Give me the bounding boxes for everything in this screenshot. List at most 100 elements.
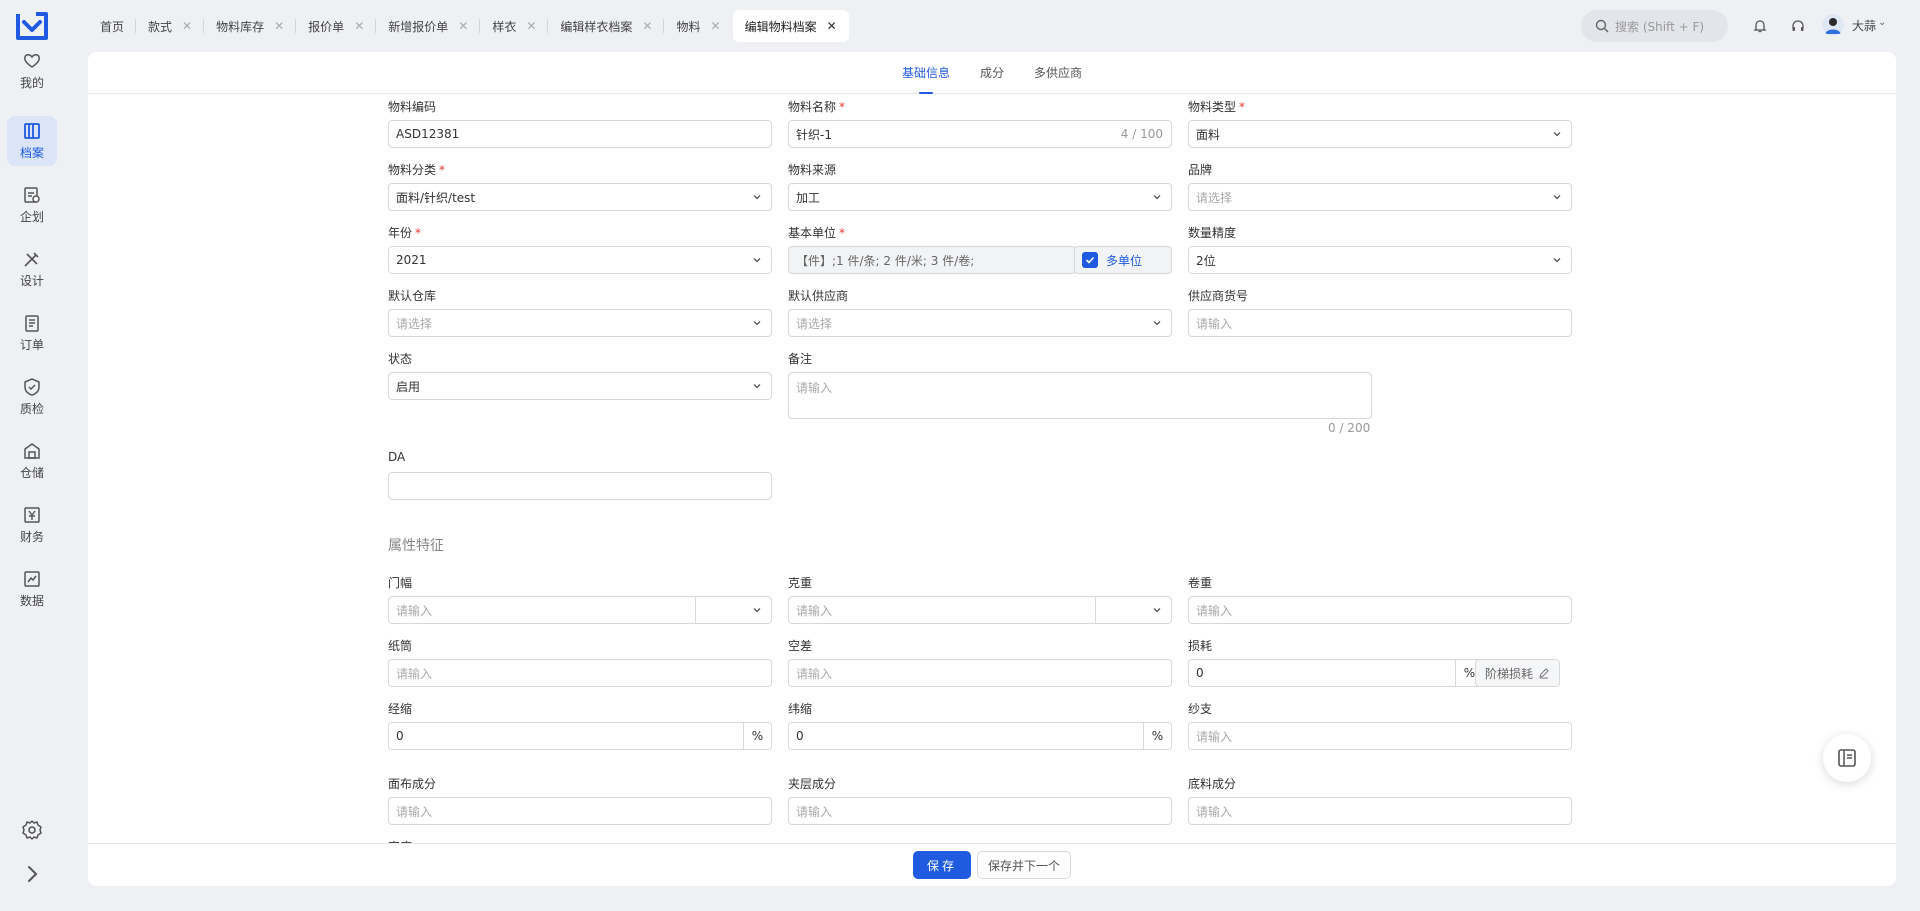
sidebar-item-plan[interactable]: 企划 [7,180,57,230]
sidebar-item-order[interactable]: 订单 [7,308,57,358]
base-unit-input[interactable]: 【件】;1 件/条; 2 件/米; 3 件/卷; [788,246,1076,274]
finance-icon [24,507,40,523]
headset-icon[interactable] [1790,18,1806,34]
roll-weight-label: 卷重 [1188,576,1213,590]
roll-weight-input[interactable]: 请输入 [1188,596,1572,624]
chevron-down-icon [753,258,761,263]
floating-panel-button[interactable] [1823,734,1871,782]
tab-home[interactable]: 首页 [88,10,137,42]
expand-sidebar-icon[interactable] [20,862,44,886]
sidebar-item-label: 数据 [19,594,44,608]
gram-weight-input[interactable]: 请输入 [788,596,1172,624]
empty-diff-input[interactable]: 请输入 [788,659,1172,687]
tab-multi-supplier[interactable]: 多供应商 [1034,52,1082,94]
default-supplier-select[interactable]: 请选择 [788,309,1172,337]
search-icon [1595,19,1609,33]
main-panel: 基础信息 成分 多供应商 物料编码 ASD12381 物料名称 * 针织-1 4 /… [88,52,1896,886]
supplier-item-no-input[interactable]: 请输入 [1188,309,1572,337]
material-source-select[interactable]: 加工 [788,183,1172,211]
sidebar-item-label: 设计 [19,274,44,288]
multi-unit-checkbox[interactable]: 多单位 [1074,246,1172,274]
sidebar-item-label: 质检 [19,402,44,416]
base-comp-input[interactable]: 请输入 [1188,797,1572,825]
tab-edit-sample[interactable]: 编辑样衣档案 ✕ [548,10,665,42]
sidebar-item-data[interactable]: 数据 [7,564,57,614]
mid-comp-input[interactable]: 请输入 [788,797,1172,825]
loss-input[interactable]: 0% [1188,659,1484,687]
chevron-down-icon[interactable]: ⌄ [1878,17,1886,28]
warp-shrink-label: 经缩 [388,702,413,716]
base-unit-label: 基本单位 * [788,226,846,240]
da-input[interactable] [388,472,772,500]
save-next-button[interactable]: 保存并下一个 [977,851,1072,879]
sidebar-item-warehouse[interactable]: 仓储 [7,436,57,486]
brand-select[interactable]: 请选择 [1188,183,1572,211]
material-source-label: 物料来源 [788,163,837,177]
close-icon[interactable]: ✕ [526,19,536,33]
tab-edit-material[interactable]: 编辑物料档案 ✕ [732,10,849,42]
close-icon[interactable]: ✕ [274,19,284,33]
tab-label: 新增报价单 [388,19,449,34]
tab-quote[interactable]: 报价单 ✕ [296,10,377,42]
chevron-down-icon[interactable] [752,605,762,615]
close-icon[interactable]: ✕ [458,19,468,33]
sidebar: 我的 档案 企划 设计 订单 质检 仓储 财务 数据 [0,0,64,911]
app-logo-icon[interactable] [14,8,50,44]
tab-sample[interactable]: 样衣 ✕ [480,10,549,42]
chevron-down-icon [1553,258,1561,263]
warehouse-icon [24,443,40,459]
tab-material-stock[interactable]: 物料库存 ✕ [204,10,297,42]
close-icon[interactable]: ✕ [182,19,192,33]
material-code-input[interactable]: ASD12381 [388,120,772,148]
loss-label: 损耗 [1188,639,1213,653]
yarn-count-input[interactable]: 请输入 [1188,722,1572,750]
face-comp-input[interactable]: 请输入 [388,797,772,825]
close-icon[interactable]: ✕ [711,19,721,33]
chevron-down-icon [1553,132,1561,137]
default-warehouse-select[interactable]: 请选择 [388,309,772,337]
sidebar-item-mine[interactable]: 我的 [7,46,57,96]
tab-material[interactable]: 物料 ✕ [664,10,732,42]
chevron-down-icon[interactable] [1152,605,1162,615]
paper-tube-input[interactable]: 请输入 [388,659,772,687]
warp-shrink-input[interactable]: 0% [388,722,772,750]
weft-shrink-input[interactable]: 0% [788,722,1172,750]
sidebar-item-qc[interactable]: 质检 [7,372,57,422]
close-icon[interactable]: ✕ [354,19,364,33]
year-select[interactable]: 2021 [388,246,772,274]
chevron-down-icon [753,384,761,389]
material-name-input[interactable]: 针织-1 4 / 100 [788,120,1172,148]
close-icon[interactable]: ✕ [642,19,652,33]
tab-new-quote[interactable]: 新增报价单 ✕ [376,10,481,42]
material-category-select[interactable]: 面料/针织/test [388,183,772,211]
width-input[interactable]: 请输入 [388,596,772,624]
search-input[interactable]: 搜索 (Shift + F) [1581,10,1728,42]
supplier-item-no-label: 供应商货号 [1188,289,1249,303]
sidebar-item-design[interactable]: 设计 [7,244,57,294]
tab-style[interactable]: 款式 ✕ [136,10,205,42]
chevron-down-icon [1153,321,1161,326]
section-title-attributes: 属性特征 [388,538,444,554]
save-button[interactable]: 保存 [912,851,971,879]
material-type-select[interactable]: 面料 [1188,120,1572,148]
plan-icon [24,187,40,203]
step-loss-button[interactable]: 阶梯损耗 [1475,659,1561,687]
close-icon[interactable]: ✕ [827,19,837,33]
settings-icon[interactable] [20,818,44,842]
sidebar-item-label: 我的 [19,76,44,90]
qty-precision-select[interactable]: 2位 [1188,246,1572,274]
sidebar-item-label: 订单 [19,338,44,352]
remark-textarea[interactable]: 请输入 [788,372,1372,419]
sidebar-item-archive[interactable]: 档案 [7,116,57,166]
empty-diff-label: 空差 [788,639,813,653]
avatar[interactable] [1822,14,1844,36]
tab-basic-info[interactable]: 基础信息 [902,52,950,94]
status-select[interactable]: 启用 [388,372,772,400]
footer-bar: 保存 保存并下一个 [88,843,1896,886]
tab-composition[interactable]: 成分 [980,52,1004,94]
material-code-label: 物料编码 [388,100,437,114]
material-category-label: 物料分类 * [388,163,446,177]
sidebar-item-finance[interactable]: 财务 [7,500,57,550]
bell-icon[interactable] [1752,18,1768,34]
username[interactable]: 大蒜 [1852,17,1876,34]
